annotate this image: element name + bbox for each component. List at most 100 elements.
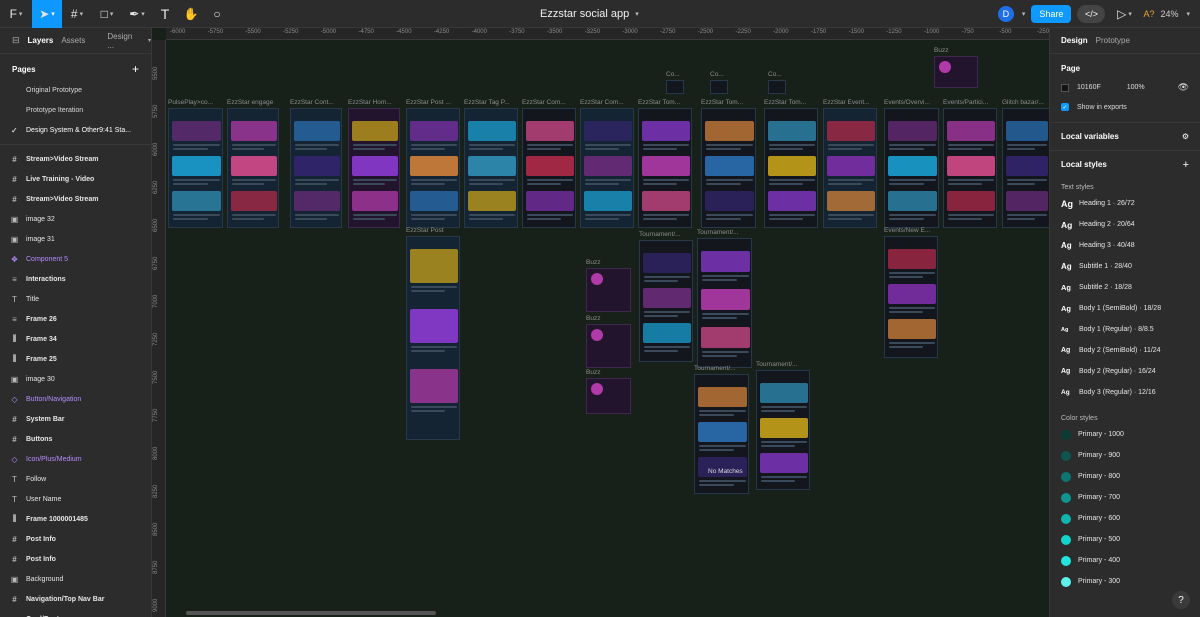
frame-label[interactable]: Events/Overvi... (884, 99, 930, 106)
frame-label[interactable]: Buzz (586, 369, 600, 376)
shape-tool-icon[interactable]: □ ▾ (92, 0, 122, 28)
canvas-frame[interactable] (639, 240, 693, 362)
chevron-down-icon[interactable]: ▾ (1022, 10, 1026, 18)
background-opacity[interactable]: 100% (1127, 84, 1145, 91)
frame-label[interactable]: Events/New E... (884, 227, 930, 234)
page-item[interactable]: Prototype Iteration (0, 100, 151, 120)
frame-label[interactable]: EzzStar Tom... (764, 99, 806, 106)
canvas-frame[interactable] (701, 108, 756, 228)
layer-item[interactable]: ▣ image 32 (0, 209, 151, 229)
frame-label[interactable]: Glitch bazar/... (1002, 99, 1044, 106)
present-icon[interactable]: ▷ ▾ (1111, 0, 1137, 28)
layer-item[interactable]: ⫼ Frame 34 (0, 329, 151, 349)
layer-item[interactable]: ⫼ Frame 1000001485 (0, 509, 151, 529)
layer-item[interactable]: T Follow (0, 469, 151, 489)
figma-menu-icon[interactable]: F ▾ (0, 0, 32, 28)
canvas-frame[interactable] (823, 108, 877, 228)
text-style-item[interactable]: Ag Heading 2 · 20/64 (1050, 214, 1200, 235)
frame-label[interactable]: Tournament/... (756, 361, 798, 368)
layer-item[interactable]: # Stream>Video Stream (0, 149, 151, 169)
canvas-frame[interactable] (406, 236, 460, 440)
frame-label[interactable]: PulsePlay>co... (168, 99, 213, 106)
local-variables-row[interactable]: Local variables ⚙ (1050, 122, 1200, 150)
canvas-frame[interactable] (943, 108, 997, 228)
layer-item[interactable]: # Post Info (0, 529, 151, 549)
layer-item[interactable]: # Post Info (0, 549, 151, 569)
comment-tool-icon[interactable]: ○ (204, 0, 230, 28)
canvas-frame[interactable] (710, 80, 728, 94)
checkbox-checked-icon[interactable]: ✓ (1061, 103, 1069, 111)
canvas-frame[interactable] (666, 80, 684, 94)
avatar[interactable]: D (997, 6, 1014, 22)
frame-label[interactable]: EzzStar engage (227, 99, 273, 106)
text-style-item[interactable]: Ag Body 2 (SemiBold) · 11/24 (1050, 340, 1200, 361)
frame-label[interactable]: EzzStar Com... (580, 99, 624, 106)
text-style-item[interactable]: Ag Body 3 (Regular) · 12/16 (1050, 382, 1200, 403)
layer-item[interactable]: ▣ image 30 (0, 369, 151, 389)
eye-icon[interactable]: 👁 (1178, 82, 1189, 93)
move-tool-icon[interactable]: ➤ ▾ (32, 0, 62, 28)
frame-label[interactable]: EzzStar Com... (522, 99, 566, 106)
frame-label[interactable]: Tournament/... (697, 229, 739, 236)
tab-assets[interactable]: Assets (61, 36, 85, 45)
layer-item[interactable]: ⫼ Frame 25 (0, 349, 151, 369)
page-item[interactable]: ✓ Design System & Other9:41 Sta... (0, 120, 151, 140)
frame-label[interactable]: Co... (666, 71, 680, 78)
background-hex[interactable]: 10160F (1077, 84, 1101, 91)
frame-label[interactable]: EzzStar Hom... (348, 99, 392, 106)
layer-item[interactable]: # Navigation/Top Nav Bar (0, 589, 151, 609)
canvas-frame[interactable] (768, 80, 786, 94)
missing-fonts-indicator[interactable]: A? (1143, 9, 1154, 19)
color-style-item[interactable]: Primary - 800 (1050, 466, 1200, 487)
chevron-down-icon[interactable]: ▾ (148, 37, 151, 44)
text-style-item[interactable]: Ag Body 1 (SemiBold) · 18/28 (1050, 298, 1200, 319)
add-style-icon[interactable]: + (1183, 159, 1189, 171)
canvas-frame[interactable] (168, 108, 223, 228)
layer-item[interactable]: ▣ image 31 (0, 229, 151, 249)
file-title[interactable]: Ezzstar social app ▾ (540, 0, 639, 28)
frame-label[interactable]: EzzStar Post ... (406, 99, 451, 106)
tab-layers[interactable]: Layers (28, 36, 54, 45)
canvas-frame[interactable] (464, 108, 518, 228)
frame-label[interactable]: Events/Partici... (943, 99, 988, 106)
add-page-icon[interactable]: + (132, 62, 139, 76)
share-button[interactable]: Share (1031, 5, 1072, 23)
text-style-item[interactable]: Ag Body 2 (Regular) · 16/24 (1050, 361, 1200, 382)
page-background-row[interactable]: 10160F 100% 👁 (1050, 77, 1200, 98)
layer-item[interactable]: ❖ Component 5 (0, 249, 151, 269)
text-style-item[interactable]: Ag Subtitle 2 · 18/28 (1050, 277, 1200, 298)
canvas[interactable]: -6000 -5750 -5500 -5250 -5000 -4750 -4500 -4250… (152, 28, 1049, 617)
hand-tool-icon[interactable]: ✋ (178, 0, 204, 28)
tab-design[interactable]: Design (1061, 36, 1088, 45)
canvas-frame[interactable] (638, 108, 692, 228)
zoom-level[interactable]: 24% (1160, 9, 1178, 19)
canvas-frame[interactable] (348, 108, 400, 228)
layer-item[interactable]: T User Name (0, 489, 151, 509)
canvas-frame[interactable] (406, 108, 460, 228)
frame-label[interactable]: Co... (768, 71, 782, 78)
frame-label[interactable]: Tournament/... (639, 231, 681, 238)
canvas-frame[interactable] (764, 108, 818, 228)
dev-mode-toggle-icon[interactable]: </> (1077, 5, 1106, 23)
canvas-frame[interactable] (290, 108, 342, 228)
horizontal-scrollbar[interactable] (186, 611, 436, 615)
layer-item[interactable]: # Buttons (0, 429, 151, 449)
color-style-item[interactable]: Primary - 400 (1050, 550, 1200, 571)
canvas-frame[interactable] (884, 108, 939, 228)
frame-label[interactable]: EzzStar Tom... (638, 99, 680, 106)
tab-design-library[interactable]: Design ... (107, 32, 140, 50)
color-style-item[interactable]: Primary - 600 (1050, 508, 1200, 529)
help-icon[interactable]: ? (1172, 591, 1190, 609)
layer-item[interactable]: ▣ Background (0, 569, 151, 589)
text-style-item[interactable]: Ag Heading 1 · 26/72 (1050, 193, 1200, 214)
layer-item[interactable]: ≡Card/Post (0, 609, 151, 617)
frame-label[interactable]: EzzStar Tom... (701, 99, 743, 106)
frame-label[interactable]: Buzz (586, 315, 600, 322)
canvas-frame[interactable] (586, 378, 631, 414)
canvas-frame[interactable] (694, 374, 749, 494)
color-style-item[interactable]: Primary - 500 (1050, 529, 1200, 550)
show-in-exports-row[interactable]: ✓ Show in exports (1050, 98, 1200, 116)
frame-label[interactable]: EzzStar Event... (823, 99, 870, 106)
canvas-frame[interactable] (586, 324, 631, 368)
frame-label[interactable]: EzzStar Cont... (290, 99, 334, 106)
